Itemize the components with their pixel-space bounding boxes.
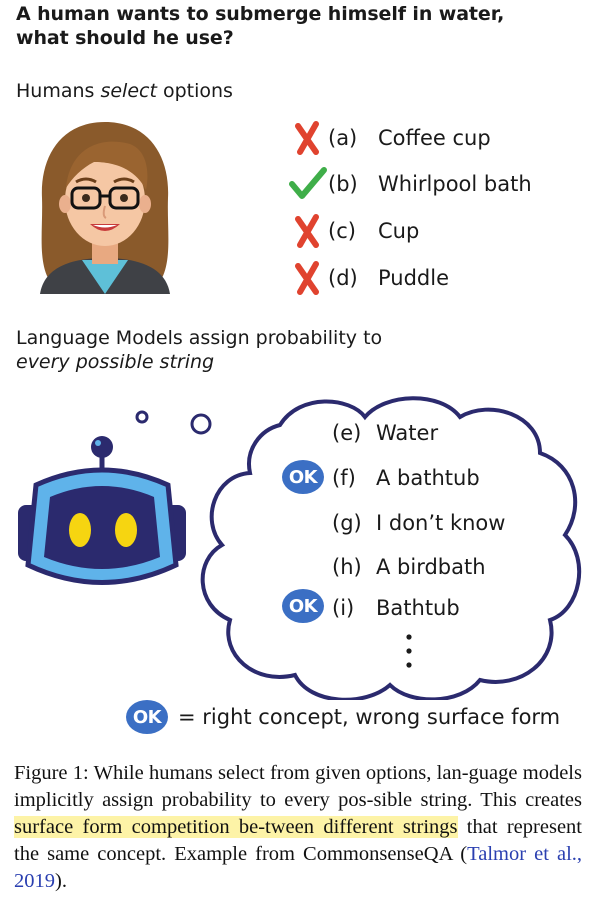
question-line-1: A human wants to submerge himself in wat… xyxy=(16,3,505,25)
question-line-2: what should he use? xyxy=(16,27,234,49)
human-option-b: (b) Whirlpool bath xyxy=(288,166,532,202)
cross-icon xyxy=(295,214,319,248)
legend-ok-badge: OK xyxy=(126,700,168,734)
humans-label: Humans select options xyxy=(16,79,233,103)
legend-text: = right concept, wrong surface form xyxy=(178,705,561,729)
question-heading: A human wants to submerge himself in wat… xyxy=(16,2,586,50)
human-option-c: (c) Cup xyxy=(288,213,419,249)
option-letter: (g) xyxy=(332,511,362,535)
human-option-d: (d) Puddle xyxy=(288,260,449,296)
caption-text-1: Figure 1: While humans select from given… xyxy=(14,762,582,811)
option-text: A birdbath xyxy=(376,555,486,579)
ok-badge: OK xyxy=(282,460,324,494)
option-letter: (d) xyxy=(328,266,358,290)
option-text: Bathtub xyxy=(376,596,460,620)
human-option-a: (a) Coffee cup xyxy=(288,120,491,156)
option-text: Coffee cup xyxy=(378,126,491,150)
lm-label: Language Models assign probability to ev… xyxy=(16,326,576,374)
lm-label-line-1: Language Models assign probability to xyxy=(16,327,383,349)
caption-text-3: ). xyxy=(55,870,67,892)
option-text: Cup xyxy=(378,219,420,243)
lm-option-e: (e) Water xyxy=(332,420,438,446)
cross-icon xyxy=(295,121,319,155)
lm-option-h: (h) A birdbath xyxy=(332,554,486,580)
option-text: Puddle xyxy=(378,266,450,290)
ok-badge: OK xyxy=(282,589,324,623)
vertical-ellipsis-icon xyxy=(406,634,412,668)
option-letter: (i) xyxy=(332,596,355,620)
thought-dot-small xyxy=(135,410,149,424)
option-letter: (e) xyxy=(332,421,362,445)
option-text: Whirlpool bath xyxy=(378,172,532,196)
option-letter: (h) xyxy=(332,555,362,579)
option-text: I don’t know xyxy=(376,511,506,535)
humans-label-pre: Humans xyxy=(16,80,101,102)
check-icon xyxy=(289,167,327,199)
lm-option-g: (g) I don’t know xyxy=(332,510,505,536)
option-letter: (b) xyxy=(328,172,358,196)
thought-dot-medium xyxy=(190,413,212,435)
option-text: A bathtub xyxy=(376,466,480,490)
cross-icon xyxy=(295,261,319,295)
humans-label-post: options xyxy=(156,80,233,102)
human-woman-avatar xyxy=(40,122,170,294)
lm-option-i: (i) Bathtub xyxy=(332,595,460,621)
humans-label-em: select xyxy=(100,80,157,102)
thought-bubble-illustration xyxy=(18,396,582,700)
legend: OK = right concept, wrong surface form xyxy=(126,700,560,734)
option-letter: (c) xyxy=(328,219,356,243)
caption-highlight: surface form competition be-tween differ… xyxy=(14,816,458,838)
figure-caption: Figure 1: While humans select from given… xyxy=(14,760,582,895)
lm-option-f: (f) A bathtub xyxy=(332,465,480,491)
option-letter: (f) xyxy=(332,466,356,490)
option-text: Water xyxy=(376,421,439,445)
lm-label-line-2: every possible string xyxy=(16,351,215,373)
option-letter: (a) xyxy=(328,126,358,150)
